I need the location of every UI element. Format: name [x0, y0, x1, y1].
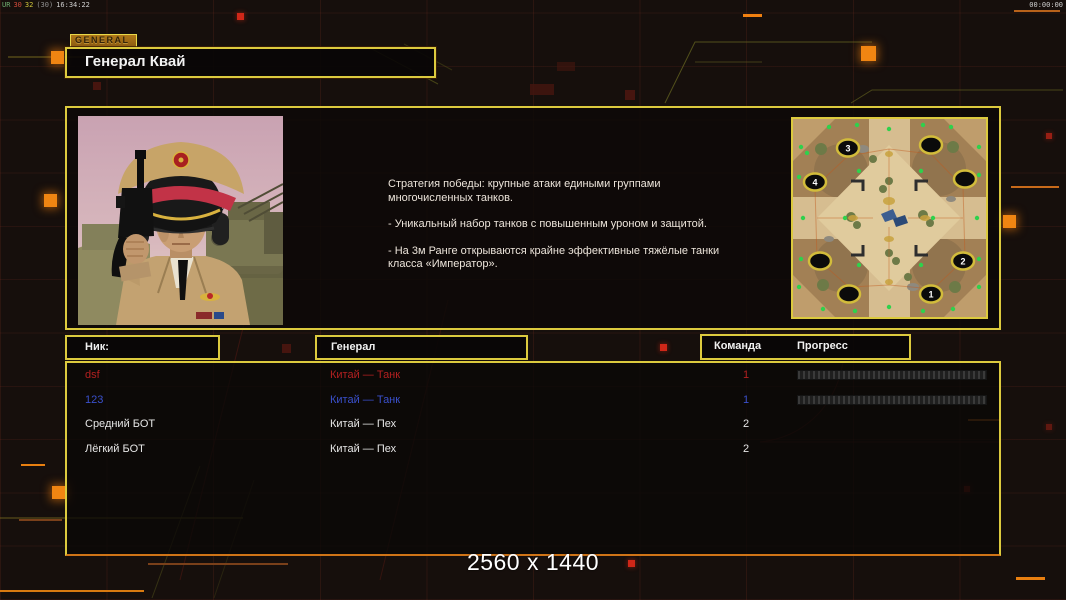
- player-nick: Лёгкий БОТ: [85, 442, 145, 455]
- player-team: 1: [742, 369, 750, 381]
- map-preview: 3 4 2 1: [791, 117, 988, 319]
- player-general: Китай — Пех: [330, 442, 397, 455]
- debug-segment: 30: [13, 1, 22, 9]
- player-nick: Средний БОТ: [85, 418, 156, 430]
- player-general: Китай — Танк: [330, 393, 401, 406]
- spawn-number: 4: [812, 178, 817, 188]
- header-general: Генерал: [315, 335, 528, 360]
- player-row: Лёгкий БОТ Китай — Пех 2: [67, 437, 999, 462]
- spawn-number: 1: [928, 290, 933, 300]
- header-team-label: Команда: [714, 340, 762, 352]
- player-team: 2: [742, 442, 750, 455]
- player-nick: dsf: [85, 369, 100, 381]
- players-list-panel: dsf Китай — Танк 1 123 Китай — Танк 1 Ср…: [65, 361, 1001, 556]
- spawn-number: 2: [960, 257, 965, 267]
- player-progress-bar: [797, 394, 987, 405]
- header-general-label: Генерал: [331, 341, 376, 353]
- debug-segment: 16:34:22: [56, 1, 90, 9]
- briefing-panel: Стратегия победы: крупные атаки едиными …: [65, 106, 1001, 330]
- header-team-progress: Команда Прогресс: [700, 334, 911, 360]
- header-nick-label: Ник:: [85, 341, 109, 353]
- player-progress-bar: [797, 370, 987, 380]
- general-portrait: [78, 116, 284, 325]
- player-row: Средний БОТ Китай — Пех 2: [67, 412, 999, 437]
- player-team: 2: [742, 418, 750, 430]
- debug-segment: (30): [36, 1, 54, 9]
- player-general: Китай — Пех: [330, 418, 397, 430]
- general-title-box: Генерал Квай: [65, 47, 436, 78]
- resolution-label: 2560 x 1440: [466, 549, 600, 575]
- debug-segment: 32: [24, 1, 34, 9]
- debug-stats-overlay: UR 30 32 (30) 16:34:22: [2, 1, 93, 9]
- player-nick: 123: [85, 393, 104, 406]
- briefing-paragraph: Стратегия победы: крупные атаки едиными …: [388, 178, 661, 204]
- header-nick: Ник:: [65, 335, 220, 360]
- loading-screen: UR 30 32 (30) 16:34:22 00:00:00 GENERAL Гене…: [0, 0, 1066, 600]
- header-progress-label: Прогресс: [797, 340, 848, 352]
- player-team: 1: [742, 393, 750, 406]
- minimap-illustration: 3 4 2 1: [793, 119, 986, 317]
- general-tab-label: GENERAL: [70, 34, 137, 47]
- player-row: dsf Китай — Танк 1: [67, 363, 999, 388]
- game-timer: 00:00:00: [1029, 1, 1063, 9]
- debug-segment: UR: [2, 1, 11, 9]
- player-row: 123 Китай — Танк 1: [67, 388, 999, 413]
- spawn-number: 3: [845, 144, 850, 154]
- briefing-paragraph: - Уникальный набор танков с повышенным у…: [388, 218, 707, 230]
- strategy-briefing: Стратегия победы: крупные атаки едиными …: [388, 178, 723, 285]
- player-general: Китай — Танк: [330, 369, 401, 381]
- portrait-illustration: [78, 116, 284, 325]
- briefing-paragraph: - На 3м Ранге открываются крайне эффекти…: [388, 244, 720, 271]
- page-title: Генерал Квай: [85, 53, 186, 70]
